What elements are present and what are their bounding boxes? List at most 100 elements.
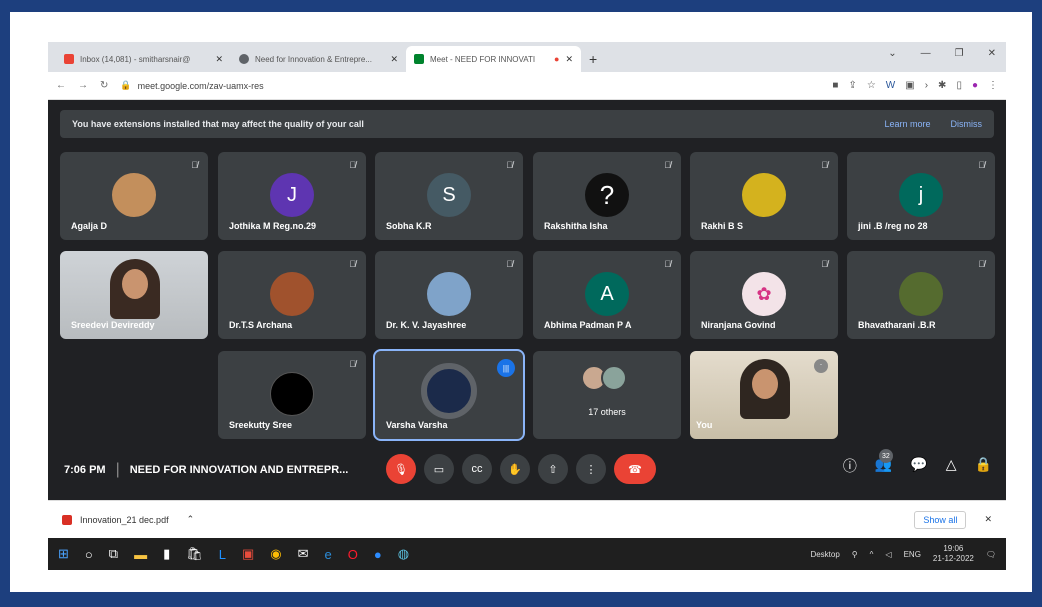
present-button[interactable]: ⇧ [538, 454, 568, 484]
edge-icon[interactable]: e [325, 547, 332, 562]
word-extension-icon[interactable]: W [886, 80, 895, 91]
raise-hand-button[interactable]: ✋ [500, 454, 530, 484]
info-icon[interactable]: ⓘ [843, 456, 857, 476]
chevron-up-icon[interactable]: ^ [870, 550, 874, 559]
camera-toggle-button[interactable]: ▭ [424, 454, 454, 484]
opera-icon[interactable]: O [348, 547, 358, 562]
app-red-icon[interactable]: ▣ [242, 546, 254, 562]
close-icon[interactable]: ✕ [984, 514, 992, 525]
participant-name: You [696, 420, 713, 430]
notifications-icon[interactable]: 🗨 [986, 550, 996, 559]
profile-avatar[interactable]: ● [972, 80, 978, 91]
recording-icon: ● [554, 54, 560, 64]
clock-time: 19:06 [943, 544, 964, 553]
activities-icon[interactable]: △ [946, 456, 957, 476]
new-tab-button[interactable]: + [589, 51, 597, 67]
chat-icon[interactable]: 💬 [910, 456, 927, 476]
desktop-label[interactable]: Desktop [810, 550, 839, 559]
tab-meet[interactable]: Meet - NEED FOR INNOVATI ● ✕ [406, 46, 581, 72]
task-view-icon[interactable]: ⧉ [109, 546, 118, 562]
participant-video [110, 259, 160, 319]
participant-tile[interactable]: Sreedevi Devireddy [60, 251, 208, 339]
show-all-button[interactable]: Show all [914, 510, 967, 529]
extension-icon[interactable]: ▣ [905, 80, 914, 91]
volume-icon[interactable]: ◁ [885, 550, 891, 559]
chevron-up-icon[interactable]: ⌃ [187, 514, 195, 525]
reload-icon[interactable]: ↻ [100, 80, 108, 91]
participant-tile[interactable]: 🎙̸ ? Rakshitha Isha [533, 152, 681, 240]
learn-more-link[interactable]: Learn more [884, 119, 930, 129]
leave-call-button[interactable]: ☎ [614, 454, 656, 484]
back-icon[interactable]: ← [56, 80, 66, 91]
url-field[interactable]: 🔒 meet.google.com/zav-uamx-res [120, 80, 820, 91]
meet-control-bar: 7:06 PM | NEED FOR INNOVATION AND ENTREP… [48, 440, 1006, 500]
captions-button[interactable]: cc [462, 454, 492, 484]
participant-tile[interactable]: 🎙̸ A Abhima Padman P A [533, 251, 681, 339]
camera-icon[interactable]: ■ [832, 80, 838, 91]
mic-off-icon: 🎙̸ [349, 359, 356, 369]
tab-gmail[interactable]: Inbox (14,081) - smitharsnair@ ✕ [56, 46, 231, 72]
sidebar-icon[interactable]: ▯ [956, 80, 962, 91]
mic-off-icon: 🎙̸ [664, 160, 671, 170]
mic-off-icon: 🎙̸ [349, 259, 356, 269]
forward-icon[interactable]: → [78, 80, 88, 91]
participant-name: Jothika M Reg.no.29 [229, 221, 317, 231]
document-icon[interactable]: ▮ [163, 546, 170, 562]
participant-tile[interactable]: 🎙̸ Agalja D [60, 152, 208, 240]
app-l-icon[interactable]: L [219, 547, 226, 562]
others-tile[interactable]: 17 others [533, 351, 681, 439]
file-explorer-icon[interactable]: ▬ [134, 547, 147, 562]
gmail-icon [64, 54, 74, 64]
participant-name: Agalja D [71, 221, 108, 231]
participant-tile[interactable]: 🎙̸ Dr. K. V. Jayashree [375, 251, 523, 339]
close-icon[interactable]: ✕ [565, 54, 573, 65]
mic-toggle-button[interactable]: 🎙 [386, 454, 416, 484]
close-icon[interactable]: ✕ [215, 54, 223, 65]
download-file[interactable]: Innovation_21 dec.pdf [80, 515, 169, 525]
store-icon[interactable]: 🛍 [186, 546, 203, 562]
star-icon[interactable]: ☆ [867, 80, 876, 91]
speaking-icon: ||| [497, 359, 515, 377]
zoom-icon[interactable]: ● [374, 547, 382, 562]
app-globe-icon[interactable]: ◍ [398, 546, 409, 562]
participant-tile[interactable]: 🎙̸ Dr.T.S Archana [218, 251, 366, 339]
host-controls-icon[interactable]: 🔒 [975, 456, 992, 476]
meeting-time: 7:06 PM [64, 464, 106, 476]
participant-tile[interactable]: 🎙̸ Bhavatharani .B.R [847, 251, 995, 339]
participant-tile[interactable]: 🎙̸ Sreekutty Sree [218, 351, 366, 439]
arrow-extension-icon[interactable]: › [925, 80, 928, 91]
mail-icon[interactable]: ✉ [298, 546, 309, 562]
mic-off-icon: · [814, 359, 828, 373]
clock[interactable]: 19:06 21-12-2022 [933, 544, 974, 564]
close-icon[interactable]: ✕ [390, 54, 398, 65]
puzzle-icon[interactable]: ✱ [938, 80, 946, 91]
person-icon[interactable]: ⚲ [852, 550, 858, 559]
people-icon[interactable]: 👥 32 [875, 449, 893, 476]
language-label[interactable]: ENG [904, 550, 921, 559]
participant-tile-speaking[interactable]: ||| Varsha Varsha [373, 349, 525, 441]
url-text: meet.google.com/zav-uamx-res [137, 80, 264, 91]
participant-tile[interactable]: 🎙̸ J Jothika M Reg.no.29 [218, 152, 366, 240]
participant-name: Sreekutty Sree [229, 420, 293, 430]
pdf-icon [62, 514, 72, 525]
menu-icon[interactable]: ⋮ [988, 80, 998, 91]
chevron-down-icon[interactable]: ⌄ [888, 48, 896, 59]
share-icon[interactable]: ⇪ [848, 80, 856, 91]
participant-tile[interactable]: 🎙̸ Rakhi B S [690, 152, 838, 240]
mic-off-icon: 🎙̸ [191, 160, 198, 170]
avatar [427, 272, 471, 316]
minimize-button[interactable]: — [921, 48, 931, 59]
close-window-button[interactable]: ✕ [988, 48, 996, 59]
chrome-icon[interactable]: ◉ [270, 546, 281, 562]
search-icon[interactable]: ○ [85, 547, 93, 562]
windows-start-icon[interactable]: ⊞ [58, 546, 69, 562]
self-tile[interactable]: · You [690, 351, 838, 439]
maximize-button[interactable]: ❐ [955, 48, 964, 59]
participant-tile[interactable]: 🎙̸ j jini .B /reg no 28 [847, 152, 995, 240]
participant-tile[interactable]: 🎙̸ ✿ Niranjana Govind [690, 251, 838, 339]
avatar: A [585, 272, 629, 316]
tab-innovation[interactable]: Need for Innovation & Entrepre... ✕ [231, 46, 406, 72]
participant-tile[interactable]: 🎙̸ S Sobha K.R [375, 152, 523, 240]
more-options-button[interactable]: ⋮ [576, 454, 606, 484]
dismiss-link[interactable]: Dismiss [951, 119, 983, 129]
